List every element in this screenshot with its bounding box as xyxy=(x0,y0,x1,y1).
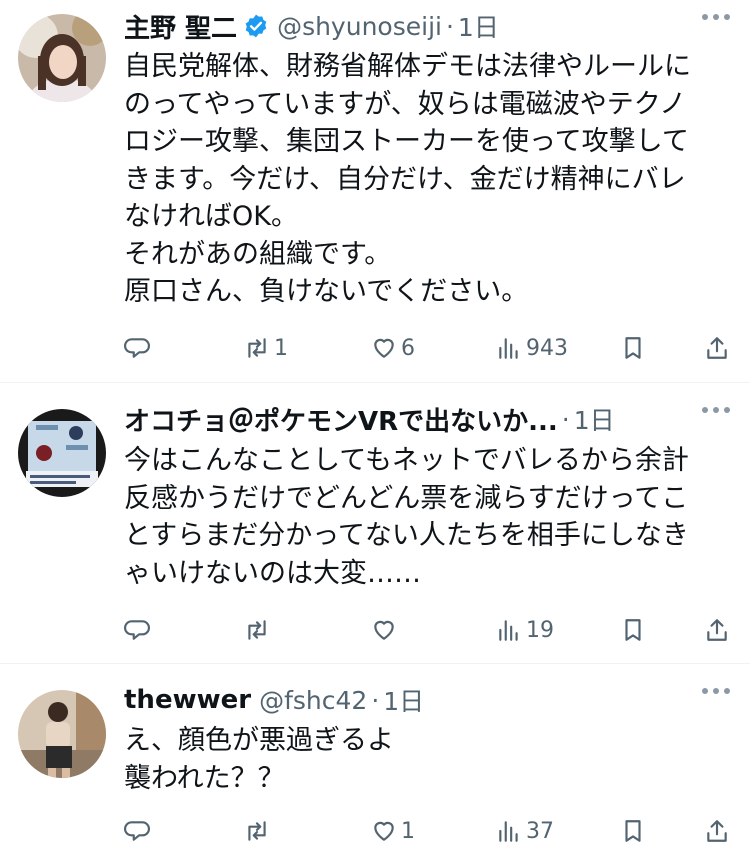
views-icon xyxy=(499,620,518,641)
tweet-header: thewwer @fshc42 · 1日 xyxy=(124,680,730,720)
like-button[interactable]: 1 xyxy=(371,811,415,851)
views-icon xyxy=(499,821,518,842)
reply-button[interactable] xyxy=(124,328,154,368)
tweet-line: 反感かうだけでどんどん票を減らすだけってこ xyxy=(124,482,689,514)
bookmark-button[interactable] xyxy=(620,328,646,368)
retweet-icon xyxy=(248,338,266,358)
share-icon xyxy=(707,820,727,842)
bookmark-button[interactable] xyxy=(620,610,646,650)
separator-dot: · xyxy=(371,685,380,715)
tweet-line: それがあの組織です。 xyxy=(124,238,392,270)
views-count: 943 xyxy=(526,335,568,361)
tweet-header: オコチョ＠ポケモンVRで出ないか... · 1日 xyxy=(124,399,730,439)
views-button[interactable]: 37 xyxy=(496,811,554,851)
more-icon[interactable] xyxy=(702,688,730,694)
tweet-line: とすらまだ分かってない人たちを相手にしなき xyxy=(124,520,689,551)
like-button[interactable] xyxy=(371,610,401,650)
like-count: 1 xyxy=(401,818,415,844)
separator-dot: · xyxy=(561,404,570,434)
tweet-line: 自民党解体、財務省解体デモは法律やルールに xyxy=(124,51,691,82)
like-button[interactable]: 6 xyxy=(371,328,415,368)
retweet-icon xyxy=(248,821,266,841)
share-icon xyxy=(707,619,727,641)
views-count: 19 xyxy=(526,617,554,643)
retweet-icon xyxy=(248,620,266,640)
views-button[interactable]: 19 xyxy=(496,610,554,650)
retweet-button[interactable] xyxy=(244,811,274,851)
timestamp[interactable]: 1日 xyxy=(383,682,424,718)
bookmark-icon xyxy=(625,337,641,359)
bookmark-button[interactable] xyxy=(620,811,646,851)
tweet-line: のってやっていますが、奴らは電磁波やテクノ xyxy=(124,88,687,120)
retweet-button[interactable] xyxy=(244,610,274,650)
action-bar: 1 37 xyxy=(124,811,734,851)
timestamp[interactable]: 1日 xyxy=(458,8,499,44)
tweet-line: 今はこんなことしてもネットでバレるから余計 xyxy=(124,445,689,476)
views-icon xyxy=(499,338,518,359)
share-button[interactable] xyxy=(704,811,730,851)
tweet-header: 主野 聖二 @shyunoseiji · 1日 xyxy=(124,6,730,46)
tweet[interactable]: thewwer @fshc42 · 1日 え、顔色が悪過ぎるよ 襲われた？？ 1… xyxy=(0,664,750,859)
retweet-button[interactable]: 1 xyxy=(244,328,288,368)
like-icon xyxy=(374,821,394,841)
reply-button[interactable] xyxy=(124,610,154,650)
avatar[interactable] xyxy=(18,14,106,102)
separator-dot: · xyxy=(445,11,454,41)
tweet[interactable]: オコチョ＠ポケモンVRで出ないか... · 1日 今はこんなことしてもネットでバ… xyxy=(0,383,750,664)
display-name[interactable]: オコチョ＠ポケモンVRで出ないか... xyxy=(124,401,558,438)
display-name[interactable]: 主野 聖二 xyxy=(124,8,237,45)
like-icon xyxy=(374,620,394,640)
verified-badge-icon xyxy=(245,14,267,38)
like-icon xyxy=(374,338,394,358)
avatar[interactable] xyxy=(18,409,106,497)
tweet-text: 今はこんなことしてもネットでバレるから余計 反感かうだけでどんどん票を減らすだけ… xyxy=(124,442,722,592)
timestamp[interactable]: 1日 xyxy=(574,401,615,437)
action-bar: 19 xyxy=(124,610,734,650)
share-icon xyxy=(707,337,727,359)
handle[interactable]: @shyunoseiji xyxy=(277,12,442,41)
tweet-line: 襲われた？？ xyxy=(124,762,285,794)
bookmark-icon xyxy=(625,619,641,641)
reply-button[interactable] xyxy=(124,811,154,851)
display-name[interactable]: thewwer xyxy=(124,685,251,715)
tweet-line: ゃいけないのは大変…… xyxy=(124,557,421,589)
reply-icon xyxy=(124,338,150,358)
more-icon[interactable] xyxy=(702,14,730,20)
bookmark-icon xyxy=(625,820,641,842)
share-button[interactable] xyxy=(704,610,730,650)
avatar[interactable] xyxy=(18,690,106,778)
tweet-line: ロジー攻撃、集団ストーカーを使って攻撃して xyxy=(124,126,689,157)
reply-icon xyxy=(124,620,150,640)
handle[interactable]: @fshc42 xyxy=(259,686,367,715)
tweet-text: え、顔色が悪過ぎるよ 襲われた？？ xyxy=(124,722,722,797)
tweet-line: きます。今だけ、自分だけ、金だけ精神にバレ xyxy=(124,163,686,195)
views-count: 37 xyxy=(526,818,554,844)
tweet-text: 自民党解体、財務省解体デモは法律やルールに のってやっていますが、奴らは電磁波や… xyxy=(124,48,722,311)
action-bar: 1 6 943 xyxy=(124,328,734,368)
tweet-line: え、顔色が悪過ぎるよ xyxy=(124,725,394,756)
more-icon[interactable] xyxy=(702,407,730,413)
like-count: 6 xyxy=(401,335,415,361)
tweet-line: 原口さん、負けないでください。 xyxy=(124,276,529,307)
views-button[interactable]: 943 xyxy=(496,328,568,368)
reply-icon xyxy=(124,821,150,841)
tweet[interactable]: 主野 聖二 @shyunoseiji · 1日 自民党解体、財務省解体デモは法律… xyxy=(0,0,750,383)
retweet-count: 1 xyxy=(274,335,288,361)
tweet-line: なければOK。 xyxy=(124,201,298,232)
share-button[interactable] xyxy=(704,328,730,368)
